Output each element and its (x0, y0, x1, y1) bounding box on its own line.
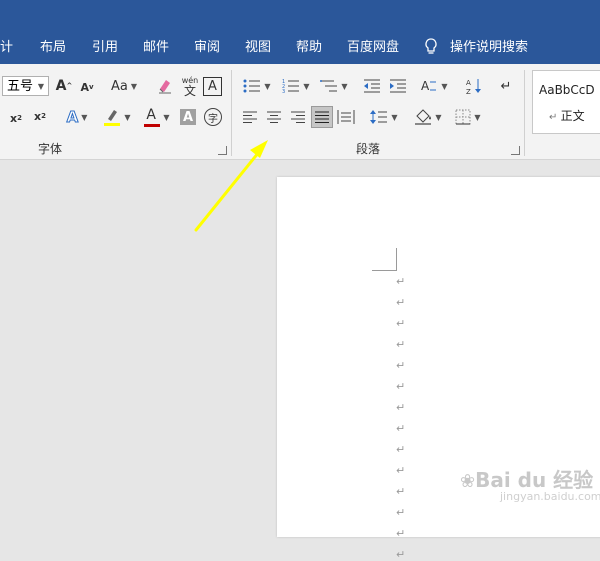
paragraph-mark: ↵ (396, 548, 406, 561)
paragraph-mark: ↵ (396, 464, 406, 477)
font-group-label: 字体 (38, 142, 63, 156)
paragraph-mark: ↵ (396, 275, 406, 288)
distributed-icon[interactable] (336, 107, 356, 127)
paragraph-mark: ↵ (396, 296, 406, 309)
text-effects-button[interactable]: A ▼ (64, 108, 90, 127)
borders-icon (455, 109, 471, 125)
line-spacing-icon (370, 110, 388, 124)
tab-references[interactable]: 引用 (92, 40, 118, 56)
highlighter-icon (104, 110, 121, 126)
svg-text:Z: Z (466, 88, 471, 95)
multilevel-list-button[interactable]: ▼ (318, 76, 350, 96)
svg-text:A: A (421, 79, 430, 93)
show-formatting-marks-icon[interactable]: ↵ (496, 76, 516, 96)
margin-corner-mark (372, 248, 397, 271)
tab-layout[interactable]: 布局 (40, 40, 66, 56)
chinese-layout-button[interactable]: A ▼ (418, 76, 450, 96)
paragraph-mark: ↵ (396, 443, 406, 456)
paragraph-mark: ↵ (396, 359, 406, 372)
baidu-watermark: ❀Bai du 经验 (460, 468, 594, 492)
character-shading-icon[interactable]: A (180, 109, 196, 125)
borders-button[interactable]: ▼ (452, 107, 484, 127)
numbering-icon: 123 (282, 79, 300, 94)
baidu-watermark-url: jingyan.baidu.com (500, 490, 600, 503)
phonetic-guide-icon[interactable]: wén 文 (180, 75, 200, 97)
paragraph-mark: ↵ (396, 485, 406, 498)
decrease-indent-icon[interactable] (362, 76, 382, 96)
character-border-icon[interactable]: A (203, 77, 222, 96)
bullets-button[interactable]: ▼ (241, 76, 273, 96)
svg-text:A: A (466, 79, 471, 87)
justify-icon[interactable] (311, 106, 333, 128)
text-effects-icon: A (66, 108, 79, 127)
enclose-characters-icon[interactable]: 字 (204, 108, 222, 126)
multilevel-list-icon (320, 80, 338, 92)
paragraph-mark: ↵ (396, 380, 406, 393)
paragraph-mark: ↵ (396, 506, 406, 519)
paint-bucket-icon (415, 109, 432, 125)
align-center-icon[interactable] (264, 108, 284, 126)
numbering-button[interactable]: 1 2 3 ▼ (280, 76, 312, 96)
style-normal[interactable]: AaBbCcD ↵ 正文 (532, 70, 600, 134)
lightbulb-icon[interactable] (424, 38, 438, 61)
shrink-font-icon[interactable]: Av (80, 79, 94, 95)
grow-font-icon[interactable]: A ^ (56, 77, 73, 95)
style-name: ↵ 正文 (549, 109, 585, 123)
tab-review[interactable]: 审阅 (194, 40, 220, 56)
paragraph-mark: ↵ (396, 401, 406, 414)
superscript-icon[interactable]: x2 (32, 108, 48, 124)
svg-text:3: 3 (282, 89, 285, 94)
paw-icon: ❀ (460, 471, 476, 492)
align-right-icon[interactable] (288, 108, 308, 126)
tab-view[interactable]: 视图 (245, 40, 271, 56)
paragraph-dialog-launcher[interactable] (511, 146, 520, 155)
font-color-icon: A (144, 107, 161, 127)
subscript-icon[interactable]: x2 (8, 110, 24, 126)
paragraph-mark: ↵ (396, 338, 406, 351)
paragraph-group-label: 段落 (356, 142, 381, 156)
increase-indent-icon[interactable] (388, 76, 408, 96)
align-left-icon[interactable] (240, 108, 260, 126)
change-case-button[interactable]: Aa ▼ (108, 77, 140, 95)
paragraph-mark: ↵ (396, 317, 406, 330)
shading-button[interactable]: ▼ (412, 106, 444, 128)
bullets-icon (243, 79, 261, 93)
style-sample-text: AaBbCcD (539, 83, 595, 97)
line-spacing-button[interactable]: ▼ (368, 107, 400, 127)
annotation-arrow (194, 140, 268, 232)
menu-bar: 计 布局 引用 邮件 审阅 视图 帮助 百度网盘 操作说明搜索 (0, 0, 600, 64)
tab-baidu-netdisk[interactable]: 百度网盘 (347, 40, 399, 56)
group-divider (524, 70, 525, 156)
clear-formatting-icon[interactable] (155, 76, 175, 96)
font-size-select[interactable]: 五号 ▼ (2, 76, 49, 96)
font-color-button[interactable]: A ▼ (140, 106, 174, 128)
chinese-layout-icon: A (421, 79, 437, 93)
tell-me-search[interactable]: 操作说明搜索 (450, 40, 528, 56)
tab-mailings[interactable]: 邮件 (143, 40, 169, 56)
highlight-button[interactable]: ▼ (100, 106, 134, 128)
sort-icon[interactable]: AZ (464, 76, 484, 96)
tab-design[interactable]: 计 (0, 40, 13, 56)
paragraph-mark: ↵ (396, 422, 406, 435)
tab-help[interactable]: 帮助 (296, 40, 322, 56)
